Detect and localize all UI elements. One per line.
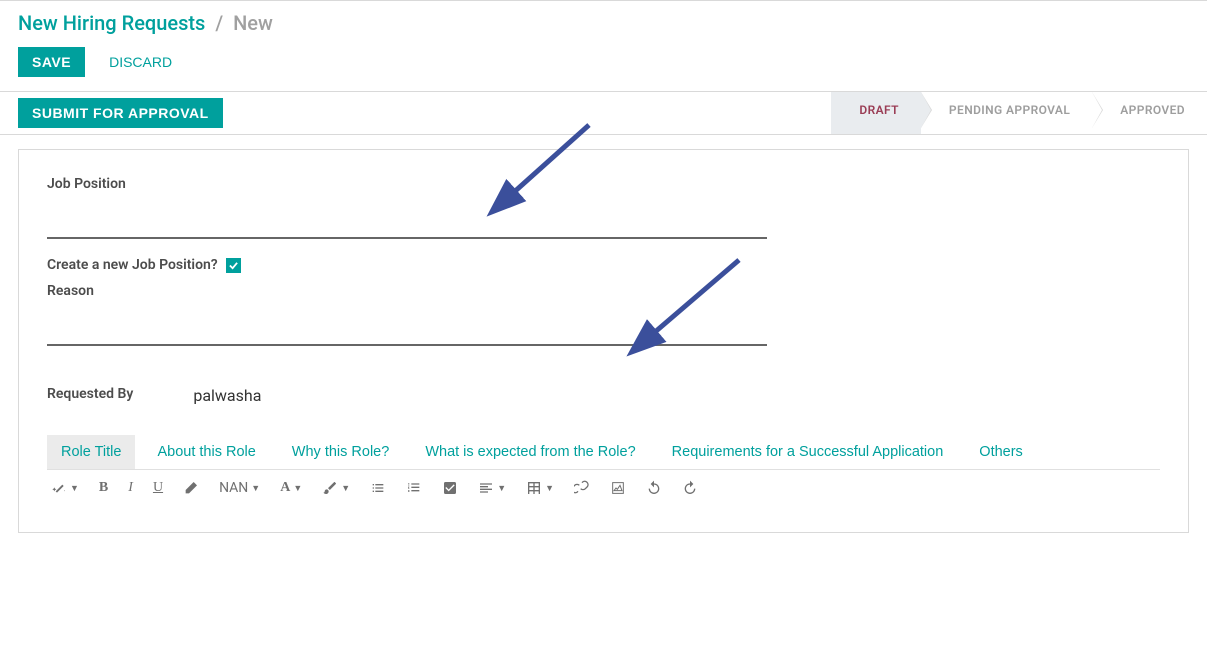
stage-approved[interactable]: APPROVED bbox=[1092, 92, 1207, 134]
undo-icon bbox=[646, 480, 662, 496]
undo-button[interactable] bbox=[646, 480, 662, 496]
magic-wand-icon bbox=[51, 480, 67, 496]
checklist-button[interactable] bbox=[442, 480, 458, 496]
save-button[interactable]: SAVE bbox=[18, 47, 85, 77]
caret-down-icon: ▼ bbox=[341, 483, 350, 494]
tab-role-title[interactable]: Role Title bbox=[47, 435, 135, 469]
align-dropdown[interactable]: ▼ bbox=[478, 480, 506, 496]
brush-icon bbox=[322, 480, 338, 496]
stage-draft[interactable]: DRAFT bbox=[831, 92, 921, 134]
align-left-icon bbox=[478, 480, 494, 496]
image-icon bbox=[610, 480, 626, 496]
breadcrumb-current: New bbox=[233, 11, 273, 35]
italic-button[interactable]: I bbox=[128, 480, 133, 496]
caret-down-icon: ▼ bbox=[293, 483, 302, 493]
link-button[interactable] bbox=[574, 480, 590, 496]
text-color-button[interactable]: ▼ bbox=[322, 480, 350, 496]
font-size-dropdown[interactable]: NAN ▼ bbox=[219, 480, 260, 496]
breadcrumb: New Hiring Requests / New bbox=[18, 11, 1189, 35]
magic-wand-button[interactable]: ▼ bbox=[51, 480, 79, 496]
breadcrumb-root[interactable]: New Hiring Requests bbox=[18, 11, 205, 35]
requested-by-label: Requested By bbox=[47, 386, 133, 405]
caret-down-icon: ▼ bbox=[497, 483, 506, 494]
tab-about-this-role[interactable]: About this Role bbox=[143, 435, 269, 469]
requested-by-value: palwasha bbox=[193, 386, 261, 405]
discard-button[interactable]: DISCARD bbox=[95, 47, 186, 77]
check-square-icon bbox=[442, 480, 458, 496]
link-icon bbox=[574, 480, 590, 496]
stage-pending-approval[interactable]: PENDING APPROVAL bbox=[921, 92, 1092, 134]
reason-label: Reason bbox=[47, 283, 1160, 299]
redo-button[interactable] bbox=[682, 480, 698, 496]
list-ol-icon bbox=[406, 480, 422, 496]
eraser-icon bbox=[183, 480, 199, 496]
eraser-button[interactable] bbox=[183, 480, 199, 496]
submit-for-approval-button[interactable]: SUBMIT FOR APPROVAL bbox=[18, 98, 223, 128]
status-stages: DRAFT PENDING APPROVAL APPROVED bbox=[831, 92, 1207, 134]
font-style-dropdown[interactable]: A ▼ bbox=[280, 480, 302, 496]
job-position-label: Job Position bbox=[47, 176, 1160, 192]
create-new-position-checkbox[interactable] bbox=[226, 258, 241, 273]
table-dropdown[interactable]: ▼ bbox=[526, 480, 554, 496]
underline-button[interactable]: U bbox=[153, 480, 163, 496]
ordered-list-button[interactable] bbox=[406, 480, 422, 496]
list-ul-icon bbox=[370, 480, 386, 496]
create-new-position-label: Create a new Job Position? bbox=[47, 257, 218, 273]
caret-down-icon: ▼ bbox=[251, 483, 260, 494]
reason-input[interactable] bbox=[47, 307, 767, 346]
table-icon bbox=[526, 480, 542, 496]
caret-down-icon: ▼ bbox=[70, 483, 79, 494]
redo-icon bbox=[682, 480, 698, 496]
bold-button[interactable]: B bbox=[99, 480, 108, 496]
editor-toolbar: ▼ B I U NAN ▼ A ▼ ▼ ▼ bbox=[47, 470, 1160, 506]
tab-requirements[interactable]: Requirements for a Successful Applicatio… bbox=[658, 435, 958, 469]
image-button[interactable] bbox=[610, 480, 626, 496]
tabs-bar: Role Title About this Role Why this Role… bbox=[47, 435, 1160, 470]
caret-down-icon: ▼ bbox=[545, 483, 554, 494]
unordered-list-button[interactable] bbox=[370, 480, 386, 496]
tab-others[interactable]: Others bbox=[965, 435, 1037, 469]
job-position-input[interactable] bbox=[47, 200, 767, 239]
breadcrumb-separator: / bbox=[215, 11, 223, 35]
font-size-label: NAN bbox=[219, 480, 248, 496]
tab-why-this-role[interactable]: Why this Role? bbox=[278, 435, 404, 469]
font-style-label: A bbox=[280, 480, 290, 496]
form-sheet: Job Position Create a new Job Position? … bbox=[18, 149, 1189, 533]
check-icon bbox=[229, 261, 238, 270]
tab-what-is-expected[interactable]: What is expected from the Role? bbox=[411, 435, 649, 469]
